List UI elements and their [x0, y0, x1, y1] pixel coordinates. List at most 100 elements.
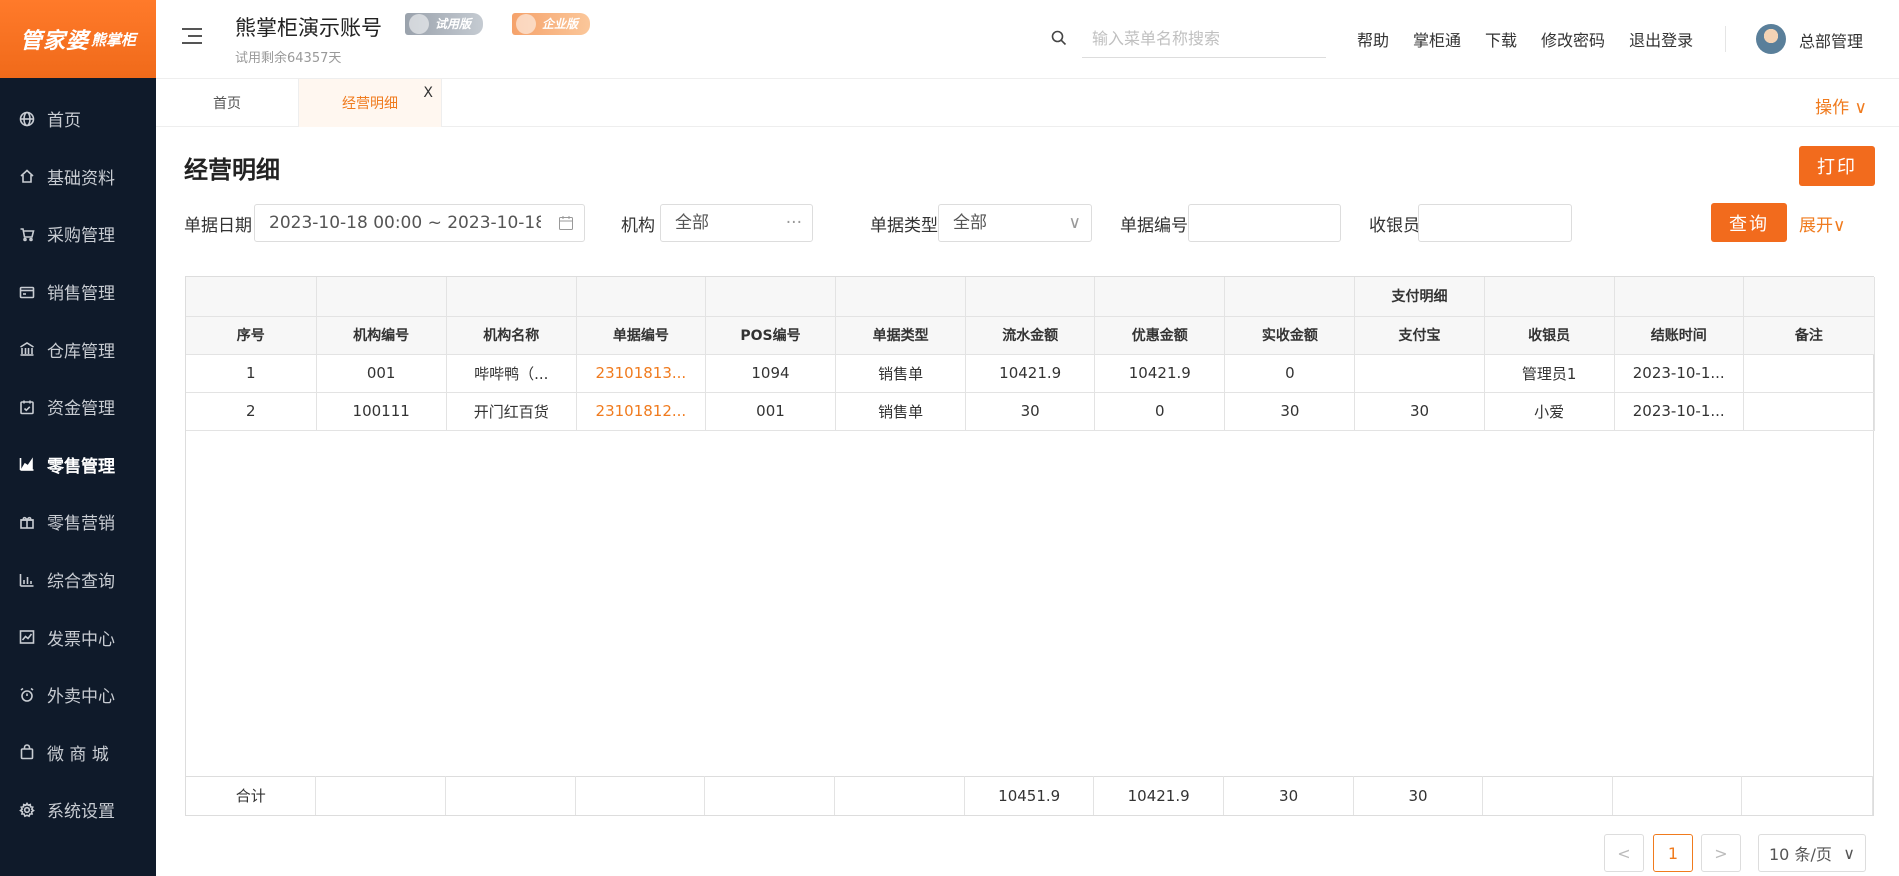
sidebar-item-8[interactable]: 综合查询 — [0, 551, 156, 609]
page-size-select[interactable]: 10 条/页 ∨ — [1758, 834, 1866, 872]
column-header[interactable]: 支付宝 — [1354, 316, 1485, 355]
sidebar-item-5[interactable]: 资金管理 — [0, 378, 156, 436]
column-header[interactable]: POS编号 — [705, 316, 837, 355]
cashier-label: 收银员 — [1369, 216, 1420, 236]
data-grid: 支付明细 序号 机构编号 机构名称 单据编号 POS编号 单据类型 流水金额 优惠金额 实收金额… — [185, 276, 1876, 816]
sidebar-item-2[interactable]: 采购管理 — [0, 205, 156, 263]
chevron-down-icon: ∨ — [1068, 213, 1081, 233]
table-cell: 30 — [1354, 392, 1485, 431]
sidebar-item-label: 微 商 城 — [47, 744, 109, 765]
sidebar-item-12[interactable]: 系统设置 — [0, 781, 156, 839]
page-1-button[interactable]: 1 — [1653, 834, 1693, 872]
group-header-cell — [1224, 277, 1356, 317]
user-name[interactable]: 总部管理 — [1799, 28, 1863, 52]
sidebar-item-1[interactable]: 基础资料 — [0, 148, 156, 206]
sidebar-menu: 首页 基础资料 采购管理 销售管理仓库管理资金管理零售管理零售营销综合查询发票中心外卖… — [0, 78, 156, 839]
print-button[interactable]: 打印 — [1799, 146, 1875, 186]
header-divider — [1725, 26, 1726, 52]
column-header[interactable]: 流水金额 — [965, 316, 1096, 355]
top-header: 熊掌柜演示账号 试用版 企业版 试用剩余64357天 帮助 掌柜通 下载 修改密… — [156, 0, 1899, 79]
table-row[interactable]: 1 001 哔哔鸭（... 23101813... 1094 销售单 10421.9 1042… — [186, 354, 1876, 393]
trial-remaining: 试用剩余64357天 — [235, 51, 342, 66]
column-header[interactable]: 单据编号 — [576, 316, 706, 355]
avatar[interactable] — [1756, 24, 1786, 54]
help-link[interactable]: 帮助 — [1357, 27, 1389, 51]
group-header-cell — [186, 277, 317, 317]
sidebar-item-6[interactable]: 零售管理 — [0, 436, 156, 494]
sidebar-item-label: 综合查询 — [47, 572, 115, 593]
zhanggui-link[interactable]: 掌柜通 — [1413, 27, 1461, 51]
group-header-cell — [1743, 277, 1876, 317]
sidebar-item-10[interactable]: 外卖中心 — [0, 666, 156, 724]
sidebar-item-9[interactable]: 发票中心 — [0, 608, 156, 666]
sidebar-item-11[interactable]: 微 商 城 — [0, 724, 156, 782]
account-title: 熊掌柜演示账号 — [235, 16, 382, 40]
sidebar-item-label: 零售管理 — [47, 456, 115, 477]
menu-collapse-icon[interactable] — [182, 28, 202, 46]
cashier-input[interactable] — [1418, 204, 1572, 242]
doc-type-label: 单据类型 — [870, 216, 938, 236]
download-link[interactable]: 下载 — [1485, 27, 1517, 51]
prev-page-button[interactable]: < — [1604, 834, 1644, 872]
sidebar-item-7[interactable]: 零售营销 — [0, 493, 156, 551]
total-cell: 10421.9 — [1093, 775, 1225, 815]
table-row[interactable]: 2 100111 开门红百货 23101812... 001 销售单 30 0 30 30 小爱 20… — [186, 392, 1876, 431]
total-cell — [834, 775, 966, 815]
column-header[interactable]: 单据类型 — [835, 316, 967, 355]
sidebar-item-4[interactable]: 仓库管理 — [0, 320, 156, 378]
bill-no-link[interactable]: 23101813... — [576, 354, 706, 393]
table-cell: 1 — [186, 354, 317, 393]
bill-no-label: 单据编号 — [1120, 216, 1188, 236]
date-range-input[interactable]: 2023-10-18 00:00 ~ 2023-10-18 23:59 — [254, 204, 585, 242]
tab-home[interactable]: 首页 — [156, 79, 299, 127]
enterprise-badge: 企业版 — [512, 13, 591, 35]
doc-type-select[interactable]: 全部 ∨ — [938, 204, 1092, 242]
column-header[interactable]: 结账时间 — [1614, 316, 1744, 355]
tab-business-detail[interactable]: 经营明细 X — [299, 79, 442, 127]
group-header-cell — [705, 277, 837, 317]
org-selector[interactable]: 全部 ··· — [660, 204, 813, 242]
column-header[interactable]: 机构编号 — [316, 316, 447, 355]
total-cell: 30 — [1353, 775, 1484, 815]
change-password-link[interactable]: 修改密码 — [1541, 27, 1605, 51]
sidebar-item-0[interactable]: 首页 — [0, 90, 156, 148]
column-header[interactable]: 备注 — [1743, 316, 1876, 355]
operations-dropdown[interactable]: 操作 ∨ — [1815, 93, 1867, 118]
query-button[interactable]: 查询 — [1711, 203, 1787, 242]
gift-icon — [18, 513, 36, 531]
table-cell: 0 — [1094, 392, 1226, 431]
totals-table: 合计 10451.9 10421.9 30 30 — [186, 775, 1874, 815]
column-header[interactable]: 机构名称 — [446, 316, 577, 355]
close-icon[interactable]: X — [423, 85, 433, 101]
totals-row: 合计 10451.9 10421.9 30 30 — [186, 775, 1874, 815]
bill-no-input[interactable] — [1188, 204, 1341, 242]
column-header[interactable]: 实收金额 — [1224, 316, 1356, 355]
sidebar-item-label: 仓库管理 — [47, 341, 115, 362]
line-chart-icon — [18, 628, 36, 646]
wallet-icon — [18, 283, 36, 301]
total-cell — [1612, 775, 1742, 815]
logo-sub-text: 熊掌柜 — [91, 30, 137, 49]
total-cell — [315, 775, 447, 815]
table-cell — [1743, 354, 1876, 393]
column-header[interactable]: 序号 — [186, 316, 317, 355]
table-cell: 1094 — [705, 354, 837, 393]
column-header[interactable]: 收银员 — [1484, 316, 1615, 355]
menu-search-input[interactable] — [1082, 22, 1326, 58]
column-header[interactable]: 优惠金额 — [1094, 316, 1226, 355]
bill-no-link[interactable]: 23101812... — [576, 392, 706, 431]
table-cell: 哔哔鸭（... — [446, 354, 577, 393]
group-header-cell — [576, 277, 706, 317]
expand-toggle[interactable]: 展开∨ — [1799, 211, 1845, 236]
more-icon[interactable]: ··· — [786, 205, 802, 241]
chevron-down-icon: ∨ — [1843, 843, 1855, 863]
next-page-button[interactable]: > — [1701, 834, 1741, 872]
table-cell: 开门红百货 — [446, 392, 577, 431]
logout-link[interactable]: 退出登录 — [1629, 27, 1693, 51]
monitor-icon — [409, 14, 429, 34]
tab-bar: 首页 经营明细 X 操作 ∨ — [156, 79, 1899, 127]
logo: 管家婆 熊掌柜 — [0, 0, 156, 78]
group-header-cell — [1484, 277, 1615, 317]
sidebar-item-label: 发票中心 — [47, 629, 115, 650]
sidebar-item-3[interactable]: 销售管理 — [0, 263, 156, 321]
